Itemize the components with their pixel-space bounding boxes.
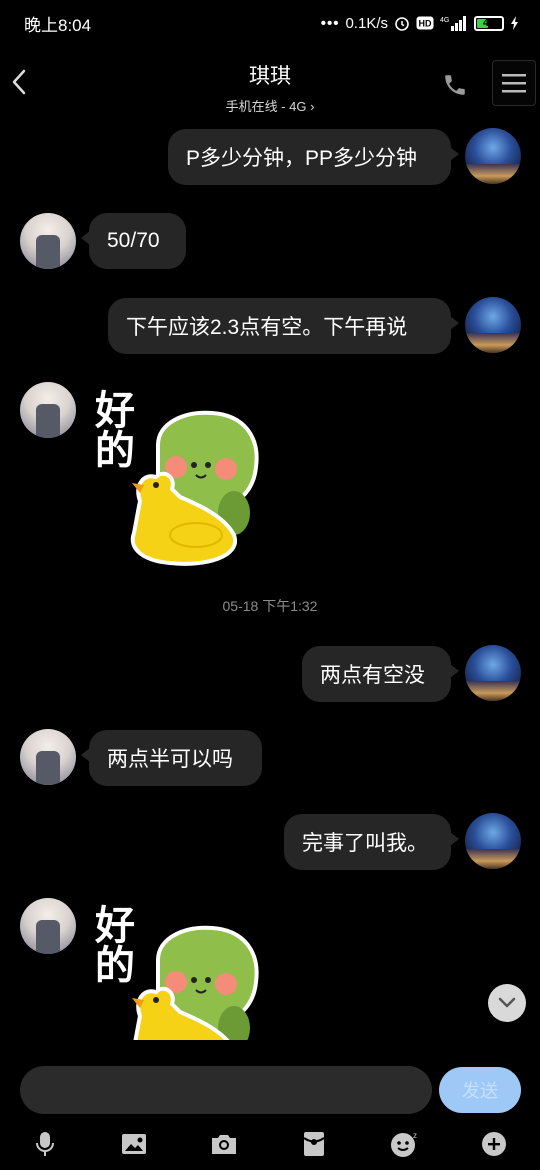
composer: 发送 z [0, 1040, 540, 1170]
message-text: 完事了叫我。 [302, 832, 428, 855]
contact-status-text: 手机在线 - 4G [225, 99, 307, 114]
status-bar: 晚上8:04 ••• 0.1K/s HD 4G 44 [0, 0, 540, 46]
message-bubble-sent[interactable]: 下午应该2.3点有空。下午再说 [108, 298, 459, 354]
network-type: 4G [440, 17, 449, 24]
sticker-message[interactable]: 好的 [84, 385, 264, 575]
image-button[interactable] [116, 1126, 152, 1162]
status-icons: ••• 0.1K/s HD 4G 44 [321, 15, 520, 32]
svg-text:HD: HD [419, 19, 432, 29]
sticker-text: 好的 [88, 904, 134, 984]
message-text: 50/70 [107, 229, 160, 252]
message-bubble-sent[interactable]: 完事了叫我。 [284, 814, 459, 870]
hd-icon: HD [416, 16, 434, 30]
contact-avatar[interactable] [20, 382, 76, 438]
phone-button[interactable] [440, 70, 470, 100]
status-time: 晚上8:04 [24, 15, 92, 35]
my-avatar[interactable] [465, 297, 521, 353]
battery-level: 44 [482, 16, 496, 29]
message-bubble-received[interactable]: 两点半可以吗 [81, 730, 262, 786]
contact-avatar[interactable] [20, 729, 76, 785]
plus-icon [482, 1132, 506, 1156]
charging-icon [510, 16, 520, 30]
contact-avatar[interactable] [20, 898, 76, 954]
message-bubble-sent[interactable]: 两点有空没 [302, 646, 459, 702]
menu-icon [502, 74, 526, 93]
image-icon [122, 1134, 146, 1154]
composer-toolbar: z [0, 1126, 540, 1162]
sticker-text: 好的 [88, 389, 134, 469]
message-input[interactable] [20, 1066, 432, 1114]
microphone-icon [36, 1132, 54, 1156]
dots-icon: ••• [320, 14, 340, 32]
phone-icon [445, 75, 465, 95]
camera-icon [212, 1135, 236, 1154]
red-packet-icon [303, 1132, 325, 1156]
network-speed: 0.1K/s [345, 14, 388, 32]
message-text: P多少分钟，PP多少分钟 [186, 147, 418, 170]
message-text: 两点半可以吗 [107, 748, 233, 771]
menu-button[interactable] [492, 60, 536, 106]
contact-avatar[interactable] [20, 213, 76, 269]
red-packet-button[interactable] [296, 1126, 332, 1162]
signal-icon: 4G [440, 15, 468, 31]
chevron-right-icon: › [306, 99, 315, 114]
message-bubble-received[interactable]: 50/70 [81, 213, 186, 269]
svg-text:z: z [413, 1131, 417, 1140]
emoji-button[interactable]: z [386, 1126, 422, 1162]
emoji-icon: z [391, 1131, 417, 1157]
message-text: 两点有空没 [320, 664, 425, 687]
chevron-down-icon [498, 997, 516, 1008]
camera-button[interactable] [206, 1126, 242, 1162]
alarm-icon [394, 15, 410, 31]
voice-button[interactable] [27, 1126, 63, 1162]
battery-icon: 44 [474, 15, 504, 31]
message-text: 下午应该2.3点有空。下午再说 [126, 316, 408, 339]
message-bubble-sent[interactable]: P多少分钟，PP多少分钟 [168, 129, 459, 185]
scroll-to-bottom-button[interactable] [488, 984, 526, 1022]
chat-header: 琪琪 手机在线 - 4G › [0, 46, 540, 118]
sticker-message[interactable]: 好的 [84, 900, 264, 1040]
more-button[interactable] [476, 1126, 512, 1162]
my-avatar[interactable] [465, 645, 521, 701]
message-timestamp: 05-18 下午1:32 [222, 598, 318, 614]
my-avatar[interactable] [465, 813, 521, 869]
my-avatar[interactable] [465, 128, 521, 184]
send-button[interactable]: 发送 [439, 1067, 521, 1113]
